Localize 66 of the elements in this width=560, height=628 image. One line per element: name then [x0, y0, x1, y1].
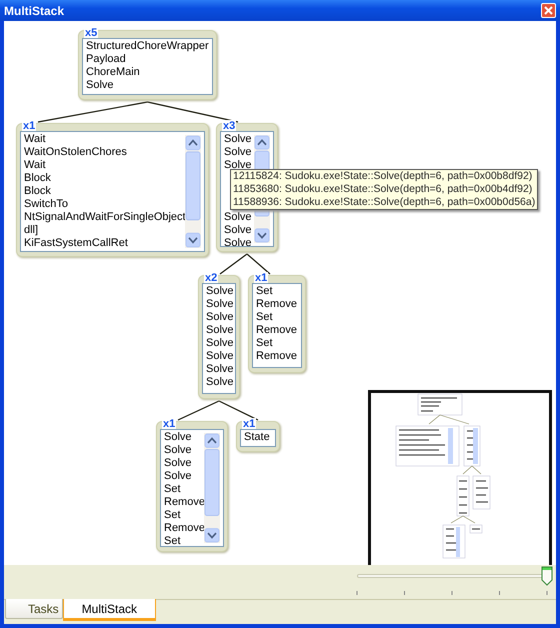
connector-line	[220, 254, 248, 274]
minimap[interactable]	[368, 390, 552, 565]
tooltip-line: 12115824: Sudoku.exe!State::Solve(depth=6, path=0x00b8df92)	[233, 170, 532, 183]
stack-frame[interactable]: Solve	[206, 285, 234, 298]
stack-frame[interactable]: Solve	[164, 457, 192, 470]
stack-frame[interactable]: Block	[24, 185, 51, 198]
thread-count: x1	[254, 272, 268, 284]
close-icon	[544, 6, 553, 15]
stack-frame[interactable]: Wait	[24, 159, 46, 172]
stack-frame[interactable]: Solve	[224, 211, 252, 224]
stack-frame[interactable]: Set	[164, 509, 181, 522]
stack-frame[interactable]: Remove	[164, 522, 205, 535]
stack-frame[interactable]: Solve	[206, 324, 234, 337]
stack-frame[interactable]: StructuredChoreWrapper	[86, 40, 209, 53]
close-button[interactable]	[541, 3, 556, 18]
stack-frame[interactable]: Solve	[224, 224, 252, 237]
scrollbar[interactable]	[185, 135, 201, 248]
stack-frame[interactable]: Solve	[206, 311, 234, 324]
stack-frame[interactable]: Solve	[224, 133, 252, 146]
stack-frame[interactable]: Remove	[256, 350, 297, 363]
stack-frame[interactable]: Solve	[86, 79, 114, 92]
stack-frame[interactable]: Solve	[206, 350, 234, 363]
connector-line	[218, 400, 258, 421]
stack-frame[interactable]: Remove	[256, 298, 297, 311]
stack-frame[interactable]: State	[244, 431, 270, 444]
thread-count: x1	[242, 418, 256, 430]
stack-frame[interactable]: Solve	[164, 444, 192, 457]
thread-count: x1	[162, 418, 176, 430]
stack-frame[interactable]: Solve	[206, 298, 234, 311]
slider-thumb-icon[interactable]	[541, 566, 553, 586]
stack-frame[interactable]: Solve	[206, 376, 234, 389]
stack-frame[interactable]: Remove	[164, 496, 205, 509]
stack-frame[interactable]: Solve	[224, 237, 252, 246]
stack-frame[interactable]: KiFastSystemCallRet	[24, 237, 128, 250]
stack-frame[interactable]: WaitOnStolenChores	[24, 146, 127, 159]
stack-frame[interactable]: Solve	[224, 146, 252, 159]
stack-frame[interactable]: NtSignalAndWaitForSingleObject	[24, 211, 186, 224]
stack-frame[interactable]: Solve	[164, 470, 192, 483]
stack-frame[interactable]: ChoreMain	[86, 66, 140, 79]
thread-count: x2	[204, 272, 218, 284]
thread-count: x3	[222, 120, 236, 132]
connector-line	[178, 400, 220, 421]
window-title: MultiStack	[4, 2, 64, 20]
stack-frame[interactable]: Solve	[206, 363, 234, 376]
stack-frame[interactable]: Set	[256, 337, 273, 350]
stack-frame[interactable]: Set	[164, 535, 181, 546]
stack-frame[interactable]: SwitchTo	[24, 198, 68, 211]
tooltip-line: 11853680: Sudoku.exe!State::Solve(depth=6, path=0x00b4df92)	[233, 183, 532, 196]
tab[interactable]: MultiStack	[62, 599, 156, 621]
thread-count: x5	[84, 27, 98, 39]
stack-frame[interactable]: Set	[164, 483, 181, 496]
tooltip-line: 11588936: Sudoku.exe!State::Solve(depth=6, path=0x00b0d56a)	[233, 196, 536, 209]
stack-frame[interactable]: Solve	[164, 431, 192, 444]
stack-frame[interactable]: Remove	[256, 324, 297, 337]
stack-frame[interactable]: Solve	[206, 337, 234, 350]
stack-frame[interactable]: Block	[24, 172, 51, 185]
thread-count: x1	[22, 120, 36, 132]
stack-frame[interactable]: Wait	[24, 133, 46, 146]
stack-frame[interactable]: Set	[256, 311, 273, 324]
scrollbar[interactable]	[204, 433, 220, 543]
tab[interactable]: Tasks	[5, 599, 63, 619]
stack-frame[interactable]: Set	[256, 285, 273, 298]
stack-frame[interactable]: Payload	[86, 53, 126, 66]
stack-frame[interactable]: Solve	[224, 159, 252, 172]
connector-line	[246, 254, 270, 274]
stack-frame[interactable]: dll]	[24, 224, 38, 237]
